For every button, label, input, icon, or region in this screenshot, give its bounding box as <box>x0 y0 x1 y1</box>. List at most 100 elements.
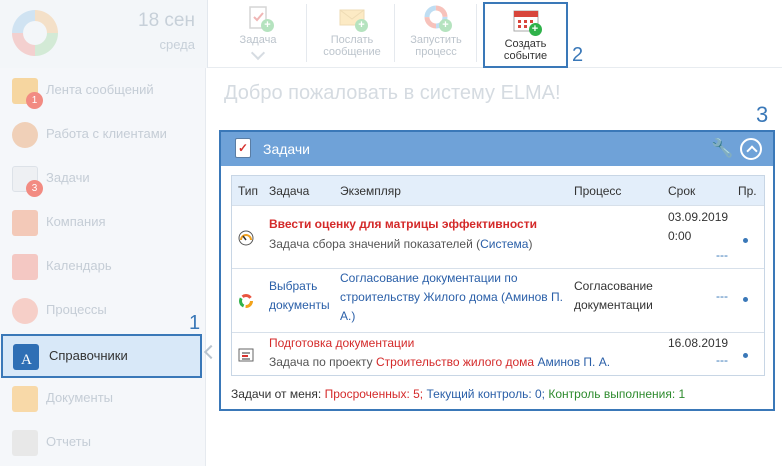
table-row[interactable]: Подготовка документации Задача по проект… <box>232 332 764 375</box>
task-icon: + <box>245 4 274 32</box>
table-row[interactable]: Выбрать документы Согласование документа… <box>232 268 764 332</box>
project-link[interactable]: Строительство жилого дома <box>376 355 534 369</box>
due-date: 03.09.2019 <box>668 210 729 224</box>
process-icon: + <box>423 4 452 32</box>
task-link-line2[interactable]: документы <box>269 296 330 315</box>
current-control-link[interactable]: Текущий контроль: 0; <box>426 387 545 401</box>
process-name-line1: Согласование <box>574 279 653 293</box>
send-message-label: Послать сообщение <box>323 34 381 58</box>
create-event-label: Создать событие <box>503 38 548 62</box>
sidebar-item-label: Процессы <box>46 302 107 317</box>
tasks-badge: 3 <box>26 180 43 197</box>
date-number: 18 сен <box>138 10 195 31</box>
sidebar: 1 Лента сообщений Работа с клиентами 3 З… <box>0 68 206 466</box>
feed-badge: 1 <box>26 92 43 109</box>
sidebar-item-directories[interactable]: A Справочники <box>1 334 202 378</box>
sidebar-item-company[interactable]: Компания <box>0 200 206 244</box>
chevron-down-icon[interactable] <box>250 45 266 61</box>
execution-control-link[interactable]: Контроль выполнения: 1 <box>548 387 685 401</box>
instance-link-line1[interactable]: Согласование документации по <box>340 269 518 288</box>
sidebar-item-label: Документы <box>46 390 114 405</box>
owner-link[interactable]: Аминов П. А. <box>537 355 610 369</box>
book-icon: A <box>13 344 39 370</box>
tasks-portlet: Задачи 🔧 Тип Задача Экземпляр Процесс Ср… <box>219 130 775 411</box>
callout-3: 3 <box>756 102 769 127</box>
callout-1: 1 <box>189 312 201 334</box>
sidebar-item-feed[interactable]: 1 Лента сообщений <box>0 68 206 112</box>
due-extra: --- <box>716 289 728 303</box>
sidebar-item-processes[interactable]: Процессы <box>0 288 206 332</box>
project-task-icon <box>238 347 254 366</box>
create-event-button[interactable]: + Создать событие <box>483 2 568 68</box>
process-name-line2: документации <box>574 298 653 312</box>
report-icon <box>12 430 38 456</box>
overdue-link[interactable]: Просроченных: 5; <box>325 387 424 401</box>
sidebar-item-clients[interactable]: Работа с клиентами <box>0 112 206 156</box>
due-extra: --- <box>716 248 728 262</box>
folder-icon <box>12 386 38 412</box>
priority-dot <box>743 238 748 243</box>
process-icon <box>238 293 254 312</box>
org-chart-icon <box>12 210 38 236</box>
col-due[interactable]: Срок <box>668 184 695 198</box>
task-link[interactable]: Ввести оценку для матрицы эффективности <box>269 215 537 234</box>
sidebar-item-calendar[interactable]: Календарь <box>0 244 206 288</box>
date-weekday: среда <box>159 37 196 52</box>
col-priority[interactable]: Пр. <box>738 184 757 198</box>
priority-dot <box>743 353 748 358</box>
gauge-icon <box>238 230 254 249</box>
sidebar-item-label: Работа с клиентами <box>46 126 167 141</box>
tasks-summary: Задачи от меня: Просроченных: 5; Текущий… <box>231 387 685 401</box>
sidebar-item-documents[interactable]: Документы <box>0 376 206 420</box>
sidebar-item-label: Календарь <box>46 258 112 273</box>
task-subtitle: Задача сбора значений показателей (Систе… <box>269 237 533 251</box>
col-process[interactable]: Процесс <box>574 184 621 198</box>
tasks-table: Тип Задача Экземпляр Процесс Срок Пр. Вв… <box>231 175 765 376</box>
task-subtitle: Задача по проекту Строительство жилого д… <box>269 355 611 369</box>
sidebar-item-label: Справочники <box>49 348 128 363</box>
collapse-portlet-icon[interactable] <box>740 138 762 160</box>
priority-dot <box>743 297 748 302</box>
logo-arrow <box>66 0 82 68</box>
sidebar-item-label: Компания <box>46 214 106 229</box>
create-task-button[interactable]: + Задача <box>226 0 290 66</box>
clipboard-icon <box>235 138 251 158</box>
callout-2: 2 <box>572 44 584 66</box>
owner-link-end[interactable]: А.) <box>340 307 355 326</box>
envelope-icon: + <box>339 4 368 32</box>
system-link[interactable]: Система <box>480 237 528 251</box>
sidebar-item-label: Задачи <box>46 170 90 185</box>
collapse-sidebar-icon[interactable] <box>203 344 219 360</box>
sidebar-item-label: Отчеты <box>46 434 91 449</box>
welcome-title: Добро пожаловать в систему ELMA! <box>224 82 561 104</box>
wrench-icon[interactable]: 🔧 <box>711 138 733 159</box>
task-link[interactable]: Подготовка документации <box>269 334 414 353</box>
create-task-label: Задача <box>239 34 277 46</box>
process-icon <box>12 298 38 324</box>
elma-logo-icon <box>12 10 58 56</box>
sidebar-item-reports[interactable]: Отчеты <box>0 420 206 464</box>
person-icon <box>12 122 38 148</box>
summary-prefix: Задачи от меня: <box>231 387 322 401</box>
portlet-title: Задачи <box>263 141 311 157</box>
portlet-header: Задачи 🔧 <box>221 132 773 166</box>
task-link-line1[interactable]: Выбрать <box>269 277 317 296</box>
sidebar-item-tasks[interactable]: 3 Задачи <box>0 156 206 200</box>
start-process-button[interactable]: + Запустить процесс <box>402 0 470 66</box>
table-row[interactable]: Ввести оценку для матрицы эффективности … <box>232 205 764 268</box>
due-extra: --- <box>716 353 728 367</box>
due-time: 0:00 <box>668 229 692 243</box>
col-type[interactable]: Тип <box>238 184 258 198</box>
start-process-label: Запустить процесс <box>410 34 462 58</box>
owner-link[interactable]: (Аминов П. <box>501 290 563 304</box>
instance-line2: строительству Жилого дома (Аминов П. <box>340 288 563 307</box>
svg-text:A: A <box>21 352 32 368</box>
calendar-icon <box>12 254 38 280</box>
send-message-button[interactable]: + Послать сообщение <box>314 0 390 66</box>
date-widget: 18 сен среда <box>82 0 208 68</box>
calendar-icon: + <box>513 8 542 36</box>
col-instance[interactable]: Экземпляр <box>340 184 401 198</box>
instance-link-line2[interactable]: строительству Жилого дома <box>340 290 498 304</box>
col-task[interactable]: Задача <box>269 184 309 198</box>
table-header: Тип Задача Экземпляр Процесс Срок Пр. <box>232 176 764 205</box>
